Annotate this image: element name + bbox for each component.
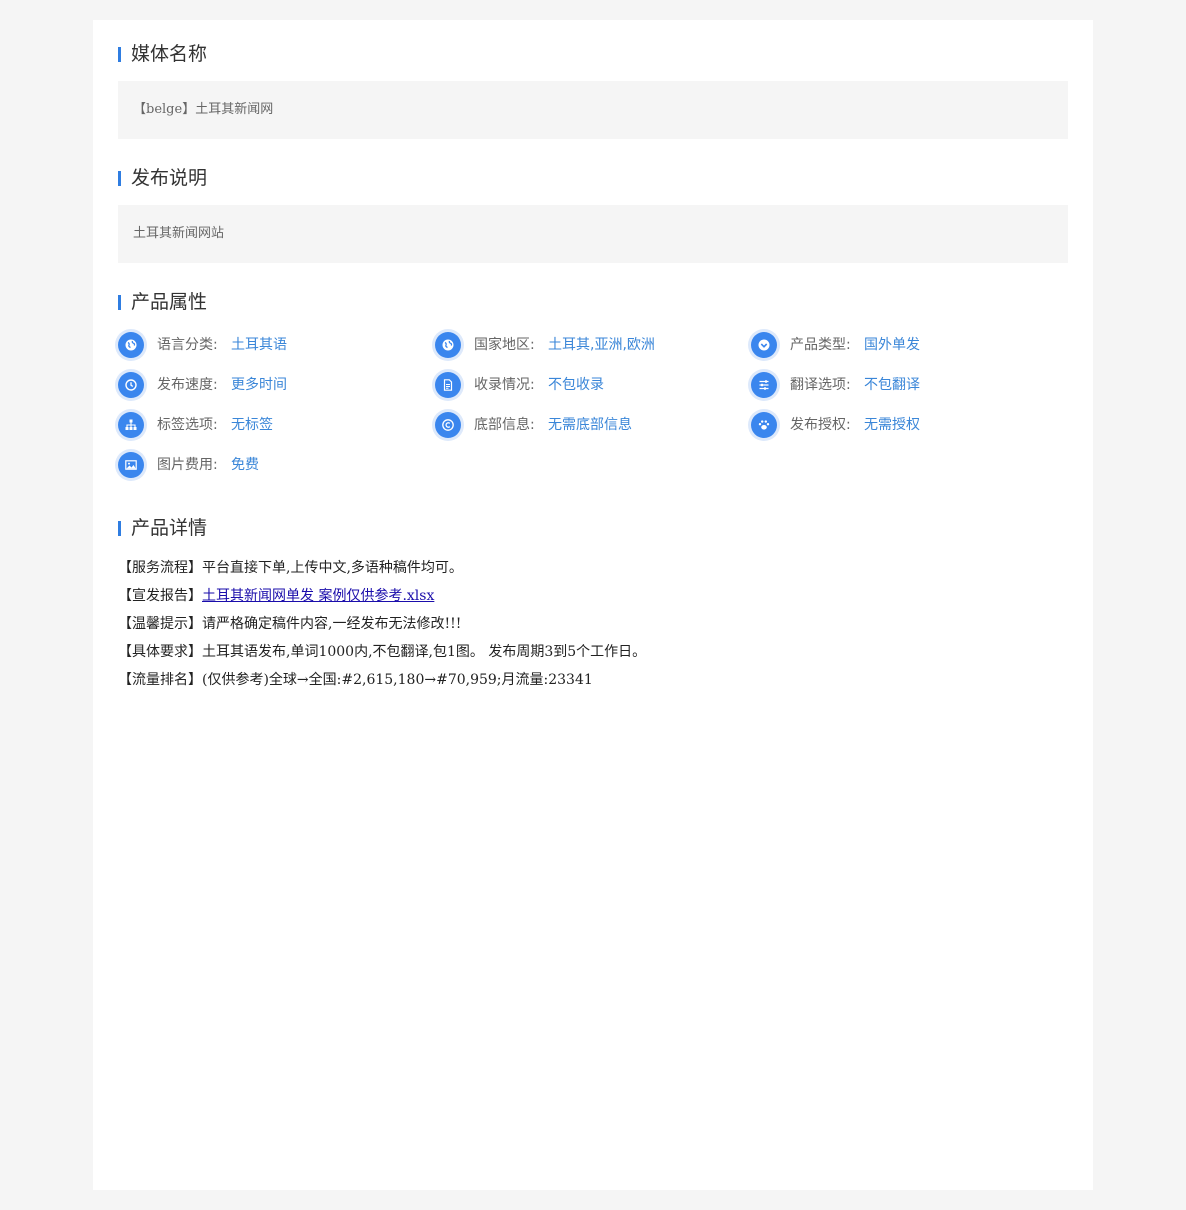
attr-authorization-value: 无需授权 [864,417,920,433]
details-body: 【服务流程】平台直接下单,上传中文,多语种稿件均可。 【宣发报告】土耳其新闻网单… [118,554,1068,694]
globe-icon [118,332,144,358]
attr-tags-value: 无标签 [231,417,273,433]
attr-language-value: 土耳其语 [231,337,287,353]
paw-icon [751,412,777,438]
attr-indexing-label: 收录情况: [474,377,535,393]
attr-authorization-label: 发布授权: [790,417,851,433]
attr-language-label: 语言分类: [157,337,218,353]
publish-desc-box: 土耳其新闻网站 [118,205,1068,263]
globe-icon [435,332,461,358]
publish-desc-title: 发布说明 [118,163,1068,193]
product-card: 媒体名称 【belge】土耳其新闻网 发布说明 土耳其新闻网站 产品属性 语言分… [93,20,1093,1190]
image-icon [118,452,144,478]
copyright-icon [435,412,461,438]
attr-region-label: 国家地区: [474,337,535,353]
attr-image-fee-label: 图片费用: [157,457,218,473]
attr-image-fee-value: 免费 [231,457,259,473]
attr-footer-info-value: 无需底部信息 [548,417,632,433]
media-name-box: 【belge】土耳其新闻网 [118,81,1068,139]
media-name-title: 媒体名称 [118,39,1068,69]
attributes-title: 产品属性 [118,287,1068,317]
details-report-prefix: 【宣发报告】 [118,588,202,604]
attr-translation-label: 翻译选项: [790,377,851,393]
document-icon [435,372,461,398]
details-report: 【宣发报告】土耳其新闻网单发 案例仅供参考.xlsx [118,582,1068,610]
details-requirements: 【具体要求】土耳其语发布,单词1000内,不包翻译,包1图。 发布周期3到5个工… [118,644,647,660]
attr-indexing-value: 不包收录 [548,377,604,393]
publish-desc-value: 土耳其新闻网站 [133,226,225,241]
media-name-value: 【belge】土耳其新闻网 [133,102,274,117]
details-title: 产品详情 [118,513,1068,543]
attr-speed-label: 发布速度: [157,377,218,393]
sliders-icon [751,372,777,398]
chevron-down-icon [751,332,777,358]
attr-speed-value: 更多时间 [231,377,287,393]
details-traffic-rank: 【流量排名】(仅供参考)全球→全国:#2,615,180→#70,959;月流量… [118,672,593,688]
report-download-link[interactable]: 土耳其新闻网单发 案例仅供参考.xlsx [202,588,434,604]
attr-product-type-value: 国外单发 [864,337,920,353]
attr-footer-info-label: 底部信息: [474,417,535,433]
details-service-flow: 【服务流程】平台直接下单,上传中文,多语种稿件均可。 [118,560,463,576]
attr-region-value: 土耳其,亚洲,欧洲 [548,337,655,353]
attr-translation-value: 不包翻译 [864,377,920,393]
sitemap-icon [118,412,144,438]
clock-icon [118,372,144,398]
attr-product-type-label: 产品类型: [790,337,851,353]
attr-tags-label: 标签选项: [157,417,218,433]
details-tip: 【温馨提示】请严格确定稿件内容,一经发布无法修改!!! [118,616,462,632]
